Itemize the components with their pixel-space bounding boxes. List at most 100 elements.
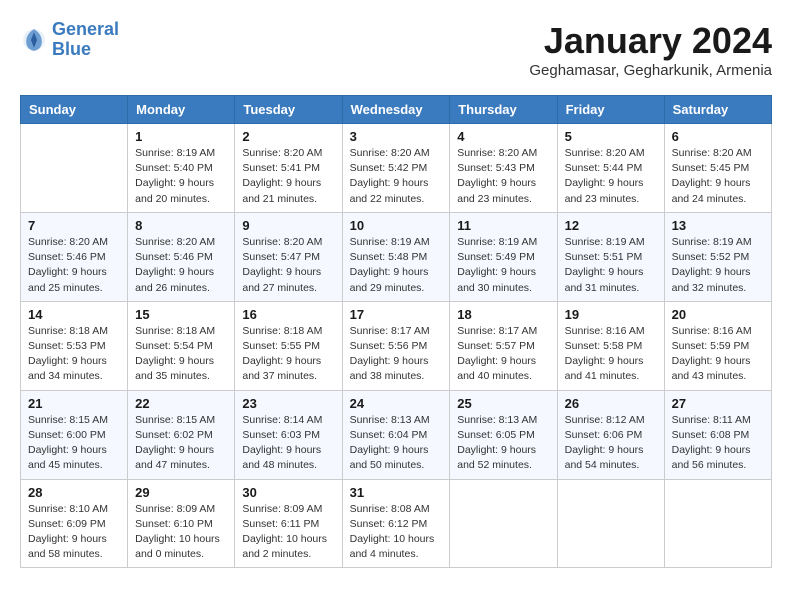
header-thursday: Thursday xyxy=(450,96,557,124)
day-info: Sunrise: 8:20 AMSunset: 5:45 PMDaylight:… xyxy=(672,146,764,207)
cell-1-1: 8 Sunrise: 8:20 AMSunset: 5:46 PMDaylight… xyxy=(128,212,235,301)
day-info: Sunrise: 8:13 AMSunset: 6:04 PMDaylight:… xyxy=(350,413,443,474)
day-number: 4 xyxy=(457,129,549,144)
cell-2-3: 17 Sunrise: 8:17 AMSunset: 5:56 PMDayligh… xyxy=(342,301,450,390)
day-info: Sunrise: 8:19 AMSunset: 5:52 PMDaylight:… xyxy=(672,235,764,296)
calendar-table: Sunday Monday Tuesday Wednesday Thursday… xyxy=(20,95,772,568)
header-friday: Friday xyxy=(557,96,664,124)
day-number: 29 xyxy=(135,485,227,500)
day-number: 10 xyxy=(350,218,443,233)
cell-0-0 xyxy=(21,124,128,213)
cell-3-0: 21Sunrise: 8:15 AMSunset: 6:00 PMDayligh… xyxy=(21,390,128,479)
day-info: Sunrise: 8:18 AMSunset: 5:55 PMDaylight:… xyxy=(242,324,334,385)
week-row-2: 14Sunrise: 8:18 AMSunset: 5:53 PMDayligh… xyxy=(21,301,772,390)
cell-0-2: 2 Sunrise: 8:20 AMSunset: 5:41 PMDaylight… xyxy=(235,124,342,213)
cell-0-6: 6 Sunrise: 8:20 AMSunset: 5:45 PMDaylight… xyxy=(664,124,771,213)
header-saturday: Saturday xyxy=(664,96,771,124)
day-number: 31 xyxy=(350,485,443,500)
day-number: 19 xyxy=(565,307,657,322)
day-info: Sunrise: 8:19 AMSunset: 5:49 PMDaylight:… xyxy=(457,235,549,296)
day-info: Sunrise: 8:16 AMSunset: 5:59 PMDaylight:… xyxy=(672,324,764,385)
header-tuesday: Tuesday xyxy=(235,96,342,124)
day-info: Sunrise: 8:20 AMSunset: 5:41 PMDaylight:… xyxy=(242,146,334,207)
day-number: 21 xyxy=(28,396,120,411)
day-number: 30 xyxy=(242,485,334,500)
cell-2-6: 20 Sunrise: 8:16 AMSunset: 5:59 PMDayligh… xyxy=(664,301,771,390)
cell-1-5: 12Sunrise: 8:19 AMSunset: 5:51 PMDayligh… xyxy=(557,212,664,301)
cell-4-6 xyxy=(664,479,771,568)
day-info: Sunrise: 8:08 AMSunset: 6:12 PMDaylight:… xyxy=(350,502,443,563)
cell-1-3: 10 Sunrise: 8:19 AMSunset: 5:48 PMDayligh… xyxy=(342,212,450,301)
day-number: 8 xyxy=(135,218,227,233)
cell-4-4 xyxy=(450,479,557,568)
day-info: Sunrise: 8:16 AMSunset: 5:58 PMDaylight:… xyxy=(565,324,657,385)
day-number: 17 xyxy=(350,307,443,322)
cell-3-3: 24 Sunrise: 8:13 AMSunset: 6:04 PMDayligh… xyxy=(342,390,450,479)
cell-4-2: 30 Sunrise: 8:09 AMSunset: 6:11 PMDayligh… xyxy=(235,479,342,568)
cell-4-5 xyxy=(557,479,664,568)
day-number: 18 xyxy=(457,307,549,322)
day-info: Sunrise: 8:14 AMSunset: 6:03 PMDaylight:… xyxy=(242,413,334,474)
cell-1-2: 9 Sunrise: 8:20 AMSunset: 5:47 PMDaylight… xyxy=(235,212,342,301)
day-info: Sunrise: 8:20 AMSunset: 5:43 PMDaylight:… xyxy=(457,146,549,207)
day-number: 2 xyxy=(242,129,334,144)
logo-icon xyxy=(20,26,48,54)
day-info: Sunrise: 8:20 AMSunset: 5:47 PMDaylight:… xyxy=(242,235,334,296)
day-info: Sunrise: 8:18 AMSunset: 5:54 PMDaylight:… xyxy=(135,324,227,385)
day-info: Sunrise: 8:09 AMSunset: 6:11 PMDaylight:… xyxy=(242,502,334,563)
day-number: 13 xyxy=(672,218,764,233)
day-number: 20 xyxy=(672,307,764,322)
cell-1-0: 7 Sunrise: 8:20 AMSunset: 5:46 PMDaylight… xyxy=(21,212,128,301)
cell-3-6: 27Sunrise: 8:11 AMSunset: 6:08 PMDayligh… xyxy=(664,390,771,479)
cell-0-1: 1Sunrise: 8:19 AMSunset: 5:40 PMDaylight… xyxy=(128,124,235,213)
day-info: Sunrise: 8:19 AMSunset: 5:48 PMDaylight:… xyxy=(350,235,443,296)
day-number: 6 xyxy=(672,129,764,144)
cell-1-6: 13 Sunrise: 8:19 AMSunset: 5:52 PMDayligh… xyxy=(664,212,771,301)
day-info: Sunrise: 8:11 AMSunset: 6:08 PMDaylight:… xyxy=(672,413,764,474)
day-info: Sunrise: 8:19 AMSunset: 5:51 PMDaylight:… xyxy=(565,235,657,296)
day-info: Sunrise: 8:17 AMSunset: 5:56 PMDaylight:… xyxy=(350,324,443,385)
day-info: Sunrise: 8:20 AMSunset: 5:42 PMDaylight:… xyxy=(350,146,443,207)
day-number: 26 xyxy=(565,396,657,411)
cell-1-4: 11 Sunrise: 8:19 AMSunset: 5:49 PMDayligh… xyxy=(450,212,557,301)
logo-line1: General xyxy=(52,19,119,39)
day-number: 24 xyxy=(350,396,443,411)
cell-4-0: 28 Sunrise: 8:10 AMSunset: 6:09 PMDayligh… xyxy=(21,479,128,568)
day-info: Sunrise: 8:17 AMSunset: 5:57 PMDaylight:… xyxy=(457,324,549,385)
day-info: Sunrise: 8:20 AMSunset: 5:46 PMDaylight:… xyxy=(135,235,227,296)
cell-2-5: 19 Sunrise: 8:16 AMSunset: 5:58 PMDayligh… xyxy=(557,301,664,390)
header-sunday: Sunday xyxy=(21,96,128,124)
cell-4-1: 29Sunrise: 8:09 AMSunset: 6:10 PMDayligh… xyxy=(128,479,235,568)
day-info: Sunrise: 8:10 AMSunset: 6:09 PMDaylight:… xyxy=(28,502,120,563)
cell-0-4: 4 Sunrise: 8:20 AMSunset: 5:43 PMDaylight… xyxy=(450,124,557,213)
logo-line2: Blue xyxy=(52,39,91,59)
day-number: 23 xyxy=(242,396,334,411)
header-monday: Monday xyxy=(128,96,235,124)
day-number: 22 xyxy=(135,396,227,411)
day-number: 25 xyxy=(457,396,549,411)
day-number: 28 xyxy=(28,485,120,500)
cell-3-4: 25Sunrise: 8:13 AMSunset: 6:05 PMDayligh… xyxy=(450,390,557,479)
day-info: Sunrise: 8:15 AMSunset: 6:02 PMDaylight:… xyxy=(135,413,227,474)
header-wednesday: Wednesday xyxy=(342,96,450,124)
day-info: Sunrise: 8:20 AMSunset: 5:46 PMDaylight:… xyxy=(28,235,120,296)
cell-0-3: 3 Sunrise: 8:20 AMSunset: 5:42 PMDaylight… xyxy=(342,124,450,213)
week-row-4: 28 Sunrise: 8:10 AMSunset: 6:09 PMDayligh… xyxy=(21,479,772,568)
cell-2-4: 18 Sunrise: 8:17 AMSunset: 5:57 PMDayligh… xyxy=(450,301,557,390)
day-info: Sunrise: 8:19 AMSunset: 5:40 PMDaylight:… xyxy=(135,146,227,207)
location-title: Geghamasar, Gegharkunik, Armenia xyxy=(529,62,772,79)
day-number: 9 xyxy=(242,218,334,233)
day-number: 7 xyxy=(28,218,120,233)
day-number: 5 xyxy=(565,129,657,144)
day-number: 11 xyxy=(457,218,549,233)
title-area: January 2024 Geghamasar, Gegharkunik, Ar… xyxy=(529,20,772,79)
day-info: Sunrise: 8:20 AMSunset: 5:44 PMDaylight:… xyxy=(565,146,657,207)
cell-2-1: 15 Sunrise: 8:18 AMSunset: 5:54 PMDayligh… xyxy=(128,301,235,390)
cell-3-2: 23 Sunrise: 8:14 AMSunset: 6:03 PMDayligh… xyxy=(235,390,342,479)
header-row: Sunday Monday Tuesday Wednesday Thursday… xyxy=(21,96,772,124)
day-number: 15 xyxy=(135,307,227,322)
day-number: 14 xyxy=(28,307,120,322)
day-number: 3 xyxy=(350,129,443,144)
cell-3-5: 26 Sunrise: 8:12 AMSunset: 6:06 PMDayligh… xyxy=(557,390,664,479)
day-info: Sunrise: 8:12 AMSunset: 6:06 PMDaylight:… xyxy=(565,413,657,474)
